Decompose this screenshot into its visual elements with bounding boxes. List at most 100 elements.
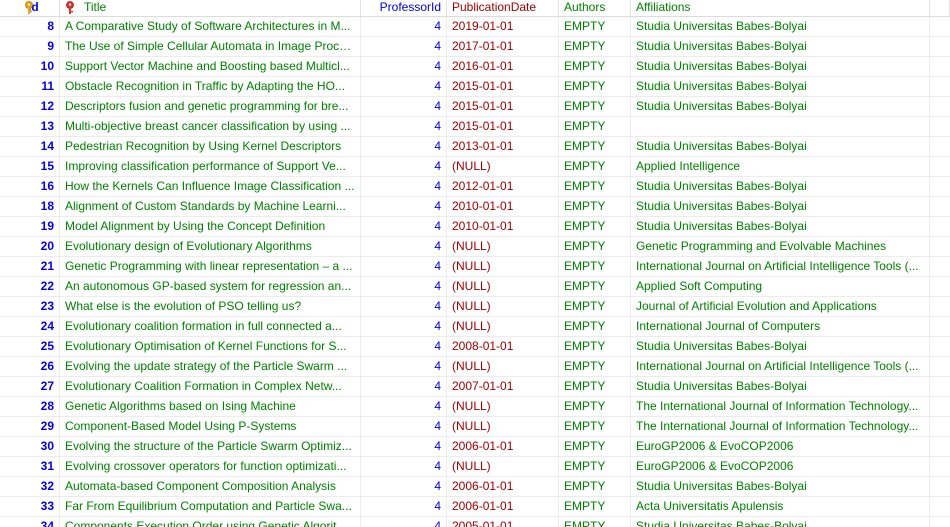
- table-row[interactable]: 16 How the Kernels Can Influence Image Cl…: [0, 177, 950, 197]
- cell-id[interactable]: 25: [0, 337, 60, 356]
- cell-title[interactable]: Descriptors fusion and genetic programmi…: [60, 97, 361, 116]
- cell-affiliations[interactable]: Studia Universitas Babes-Bolyai: [631, 137, 930, 156]
- cell-authors[interactable]: EMPTY: [559, 377, 631, 396]
- cell-authors[interactable]: EMPTY: [559, 497, 631, 516]
- cell-publicationdate[interactable]: 2010-01-01: [447, 197, 559, 216]
- table-row[interactable]: 19 Model Alignment by Using the Concept D…: [0, 217, 950, 237]
- cell-authors[interactable]: EMPTY: [559, 277, 631, 296]
- table-row[interactable]: 8A Comparative Study of Software Archite…: [0, 17, 950, 37]
- cell-title[interactable]: Model Alignment by Using the Concept Def…: [60, 217, 361, 236]
- cell-title[interactable]: Evolutionary Coalition Formation in Comp…: [60, 377, 361, 396]
- cell-professorid[interactable]: 4: [361, 237, 447, 256]
- cell-professorid[interactable]: 4: [361, 57, 447, 76]
- table-row[interactable]: 20 Evolutionary design of Evolutionary Al…: [0, 237, 950, 257]
- cell-professorid[interactable]: 4: [361, 217, 447, 236]
- cell-id[interactable]: 9: [0, 37, 60, 56]
- table-row[interactable]: 21 Genetic Programming with linear repres…: [0, 257, 950, 277]
- cell-professorid[interactable]: 4: [361, 457, 447, 476]
- cell-title[interactable]: Obstacle Recognition in Traffic by Adapt…: [60, 77, 361, 96]
- cell-title[interactable]: Multi-objective breast cancer classifica…: [60, 117, 361, 136]
- cell-id[interactable]: 13: [0, 117, 60, 136]
- cell-publicationdate[interactable]: (NULL): [447, 257, 559, 276]
- cell-authors[interactable]: EMPTY: [559, 257, 631, 276]
- cell-affiliations[interactable]: Studia Universitas Babes-Bolyai: [631, 517, 930, 527]
- cell-title[interactable]: What else is the evolution of PSO tellin…: [60, 297, 361, 316]
- cell-id[interactable]: 34: [0, 517, 60, 527]
- cell-affiliations[interactable]: Studia Universitas Babes-Bolyai: [631, 477, 930, 496]
- table-row[interactable]: 14 Pedestrian Recognition by Using Kernel…: [0, 137, 950, 157]
- cell-id[interactable]: 12: [0, 97, 60, 116]
- cell-publicationdate[interactable]: (NULL): [447, 357, 559, 376]
- cell-publicationdate[interactable]: 2006-01-01: [447, 497, 559, 516]
- cell-title[interactable]: Genetic Programming with linear represen…: [60, 257, 361, 276]
- cell-publicationdate[interactable]: 2015-01-01: [447, 97, 559, 116]
- cell-authors[interactable]: EMPTY: [559, 237, 631, 256]
- cell-affiliations[interactable]: The International Journal of Information…: [631, 417, 930, 436]
- cell-professorid[interactable]: 4: [361, 37, 447, 56]
- cell-authors[interactable]: EMPTY: [559, 477, 631, 496]
- cell-title[interactable]: Alignment of Custom Standards by Machine…: [60, 197, 361, 216]
- cell-id[interactable]: 31: [0, 457, 60, 476]
- cell-affiliations[interactable]: Acta Universitatis Apulensis: [631, 497, 930, 516]
- cell-professorid[interactable]: 4: [361, 437, 447, 456]
- cell-authors[interactable]: EMPTY: [559, 177, 631, 196]
- cell-professorid[interactable]: 4: [361, 137, 447, 156]
- column-header-professorid[interactable]: ProfessorId: [361, 0, 447, 16]
- cell-id[interactable]: 28: [0, 397, 60, 416]
- table-row[interactable]: 13 Multi-objective breast cancer classifi…: [0, 117, 950, 137]
- cell-authors[interactable]: EMPTY: [559, 317, 631, 336]
- cell-title[interactable]: Far From Equilibrium Computation and Par…: [60, 497, 361, 516]
- cell-id[interactable]: 21: [0, 257, 60, 276]
- cell-authors[interactable]: EMPTY: [559, 17, 631, 36]
- table-row[interactable]: 33 Far From Equilibrium Computation and P…: [0, 497, 950, 517]
- cell-title[interactable]: An autonomous GP-based system for regres…: [60, 277, 361, 296]
- cell-title[interactable]: Component-Based Model Using P-Systems: [60, 417, 361, 436]
- cell-publicationdate[interactable]: 2005-01-01: [447, 517, 559, 527]
- cell-publicationdate[interactable]: 2019-01-01: [447, 17, 559, 36]
- cell-id[interactable]: 8: [0, 17, 60, 36]
- cell-professorid[interactable]: 4: [361, 97, 447, 116]
- cell-id[interactable]: 29: [0, 417, 60, 436]
- cell-id[interactable]: 10: [0, 57, 60, 76]
- cell-title[interactable]: Evolutionary coalition formation in full…: [60, 317, 361, 336]
- cell-id[interactable]: 33: [0, 497, 60, 516]
- cell-id[interactable]: 22: [0, 277, 60, 296]
- cell-title[interactable]: Evolving the structure of the Particle S…: [60, 437, 361, 456]
- cell-publicationdate[interactable]: 2010-01-01: [447, 217, 559, 236]
- cell-id[interactable]: 15: [0, 157, 60, 176]
- table-row[interactable]: 26 Evolving the update strategy of the Pa…: [0, 357, 950, 377]
- table-row[interactable]: 25 Evolutionary Optimisation of Kernel Fu…: [0, 337, 950, 357]
- cell-authors[interactable]: EMPTY: [559, 77, 631, 96]
- cell-affiliations[interactable]: Studia Universitas Babes-Bolyai: [631, 17, 930, 36]
- cell-id[interactable]: 32: [0, 477, 60, 496]
- cell-title[interactable]: Support Vector Machine and Boosting base…: [60, 57, 361, 76]
- cell-id[interactable]: 18: [0, 197, 60, 216]
- table-row[interactable]: 18 Alignment of Custom Standards by Machi…: [0, 197, 950, 217]
- cell-professorid[interactable]: 4: [361, 197, 447, 216]
- table-row[interactable]: 27 Evolutionary Coalition Formation in Co…: [0, 377, 950, 397]
- cell-publicationdate[interactable]: (NULL): [447, 317, 559, 336]
- cell-authors[interactable]: EMPTY: [559, 437, 631, 456]
- cell-affiliations[interactable]: EuroGP2006 & EvoCOP2006: [631, 437, 930, 456]
- table-row[interactable]: 23 What else is the evolution of PSO tell…: [0, 297, 950, 317]
- cell-professorid[interactable]: 4: [361, 477, 447, 496]
- cell-affiliations[interactable]: The International Journal of Information…: [631, 397, 930, 416]
- cell-title[interactable]: Pedestrian Recognition by Using Kernel D…: [60, 137, 361, 156]
- cell-professorid[interactable]: 4: [361, 17, 447, 36]
- cell-authors[interactable]: EMPTY: [559, 157, 631, 176]
- cell-id[interactable]: 27: [0, 377, 60, 396]
- cell-authors[interactable]: EMPTY: [559, 137, 631, 156]
- table-row[interactable]: 9 The Use of Simple Cellular Automata in …: [0, 37, 950, 57]
- cell-title[interactable]: Evolving crossover operators for functio…: [60, 457, 361, 476]
- cell-id[interactable]: 30: [0, 437, 60, 456]
- cell-id[interactable]: 19: [0, 217, 60, 236]
- cell-affiliations[interactable]: Studia Universitas Babes-Bolyai: [631, 197, 930, 216]
- cell-affiliations[interactable]: Studia Universitas Babes-Bolyai: [631, 377, 930, 396]
- cell-authors[interactable]: EMPTY: [559, 357, 631, 376]
- cell-affiliations[interactable]: EuroGP2006 & EvoCOP2006: [631, 457, 930, 476]
- cell-publicationdate[interactable]: 2006-01-01: [447, 437, 559, 456]
- cell-professorid[interactable]: 4: [361, 517, 447, 527]
- cell-publicationdate[interactable]: 2006-01-01: [447, 477, 559, 496]
- cell-title[interactable]: Evolving the update strategy of the Part…: [60, 357, 361, 376]
- table-row[interactable]: 24 Evolutionary coalition formation in fu…: [0, 317, 950, 337]
